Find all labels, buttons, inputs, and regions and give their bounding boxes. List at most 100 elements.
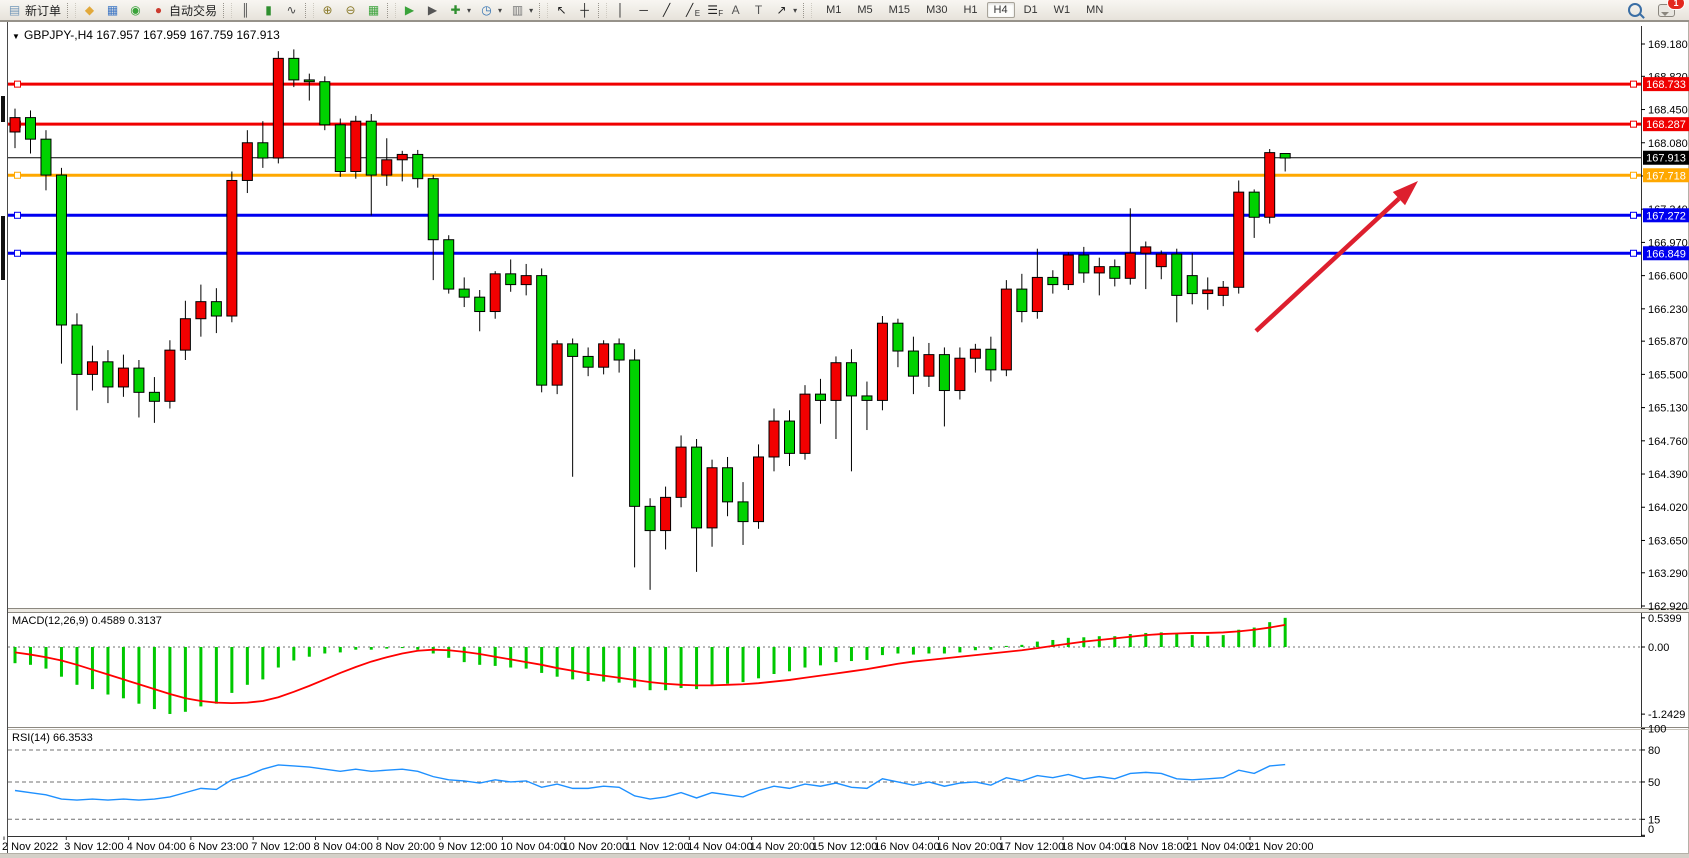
navigator-icon: ◉ — [128, 3, 143, 18]
svg-text:GBPJPY-,H4 167.957 167.959 16: GBPJPY-,H4 167.957 167.959 167.759 167.9… — [24, 28, 280, 42]
toolbar-buttons-group: ▤新订单◆▦◉●自动交易║▮∿⊕⊖▦▶▶✚▾◷▾▥▾↖┼│─╱╱E☰FAT↗▾ — [3, 0, 814, 20]
new-order-icon: ▤ — [7, 3, 22, 18]
svg-text:9 Nov 12:00: 9 Nov 12:00 — [438, 841, 497, 853]
text-icon: A — [728, 3, 743, 18]
equidistant-channel-sub-glyph: E — [695, 6, 700, 21]
svg-text:10 Nov 04:00: 10 Nov 04:00 — [500, 841, 565, 853]
zoom-in-icon: ⊕ — [320, 3, 335, 18]
auto-scroll-icon: ▶ — [402, 3, 417, 18]
timeframe-h4-button[interactable]: H4 — [987, 2, 1015, 18]
svg-text:6 Nov 23:00: 6 Nov 23:00 — [189, 841, 248, 853]
svg-text:166.230: 166.230 — [1648, 304, 1688, 316]
svg-text:169.180: 169.180 — [1648, 39, 1688, 51]
mt4-terminal-window: ▤新订单◆▦◉●自动交易║▮∿⊕⊖▦▶▶✚▾◷▾▥▾↖┼│─╱╱E☰FAT↗▾ … — [0, 0, 1689, 858]
bar-chart-mode-icon: ║ — [238, 3, 253, 18]
cursor-button[interactable]: ↖ — [550, 0, 573, 20]
svg-text:168.733: 168.733 — [1646, 79, 1686, 91]
text-label-button[interactable]: T — [747, 0, 770, 20]
fibonacci-button[interactable]: ☰F — [701, 0, 724, 20]
tile-windows-button[interactable]: ▦ — [362, 0, 385, 20]
market-watch-button[interactable]: ▦ — [101, 0, 124, 20]
chart-shift-button[interactable]: ▶ — [421, 0, 444, 20]
new-chart-button[interactable]: ◆ — [78, 0, 101, 20]
svg-text:0.00: 0.00 — [1648, 642, 1669, 654]
vertical-line-button[interactable]: │ — [609, 0, 632, 20]
svg-text:18 Nov 04:00: 18 Nov 04:00 — [1061, 841, 1126, 853]
text-label-icon: T — [751, 3, 766, 18]
chart-title: ▼ GBPJPY-,H4 167.957 167.959 167.759 167.… — [12, 28, 280, 42]
chart-shift-icon: ▶ — [425, 3, 440, 18]
timeframe-w1-button[interactable]: W1 — [1047, 2, 1078, 18]
fibonacci-icon: ☰F — [705, 3, 720, 18]
indicators-button[interactable]: ✚▾ — [444, 0, 475, 20]
svg-text:14 Nov 20:00: 14 Nov 20:00 — [750, 841, 815, 853]
timeframe-m15-button[interactable]: M15 — [882, 2, 917, 18]
svg-text:100: 100 — [1648, 724, 1666, 736]
timeframe-toolbar: M1M5M15M30H1H4D1W1MN — [818, 2, 1111, 18]
equidistant-channel-button[interactable]: ╱E — [678, 0, 701, 20]
new-chart-icon: ◆ — [82, 3, 97, 18]
vertical-line-icon: │ — [613, 3, 628, 18]
periods-button[interactable]: ◷▾ — [475, 0, 506, 20]
svg-text:163.650: 163.650 — [1648, 535, 1688, 547]
toolbar-separator — [803, 3, 812, 18]
svg-text:RSI(14) 66.3533: RSI(14) 66.3533 — [12, 732, 93, 744]
timeframe-m30-button[interactable]: M30 — [919, 2, 954, 18]
periods-icon: ◷ — [479, 3, 494, 18]
svg-text:8 Nov 20:00: 8 Nov 20:00 — [376, 841, 435, 853]
timeframe-m5-button[interactable]: M5 — [850, 2, 879, 18]
cursor-icon: ↖ — [554, 3, 569, 18]
search-icon — [1628, 3, 1642, 17]
svg-text:-1.2429: -1.2429 — [1648, 709, 1685, 721]
svg-text:163.290: 163.290 — [1648, 568, 1688, 580]
main-toolbar: ▤新订单◆▦◉●自动交易║▮∿⊕⊖▦▶▶✚▾◷▾▥▾↖┼│─╱╱E☰FAT↗▾ … — [0, 0, 1689, 21]
svg-text:0: 0 — [1648, 824, 1654, 836]
arrow-tools-button[interactable]: ↗▾ — [770, 0, 801, 20]
candlestick-mode-button[interactable]: ▮ — [257, 0, 280, 20]
svg-text:▼: ▼ — [12, 32, 20, 41]
svg-text:16 Nov 20:00: 16 Nov 20:00 — [937, 841, 1002, 853]
zoom-in-button[interactable]: ⊕ — [316, 0, 339, 20]
timeframe-d1-button[interactable]: D1 — [1017, 2, 1045, 18]
svg-text:167.913: 167.913 — [1646, 153, 1686, 165]
bar-chart-mode-button[interactable]: ║ — [234, 0, 257, 20]
zoom-out-button[interactable]: ⊖ — [339, 0, 362, 20]
svg-text:164.020: 164.020 — [1648, 502, 1688, 514]
periods-dropdown-caret: ▾ — [498, 6, 502, 15]
svg-text:167.718: 167.718 — [1646, 170, 1686, 182]
toolbar-right-group: 1 — [1624, 0, 1689, 20]
svg-text:164.760: 164.760 — [1648, 436, 1688, 448]
templates-icon: ▥ — [510, 3, 525, 18]
line-chart-mode-button[interactable]: ∿ — [280, 0, 303, 20]
templates-button[interactable]: ▥▾ — [506, 0, 537, 20]
search-button[interactable] — [1624, 0, 1646, 20]
templates-dropdown-caret: ▾ — [529, 6, 533, 15]
text-button[interactable]: A — [724, 0, 747, 20]
svg-text:162.920: 162.920 — [1648, 601, 1688, 613]
auto-scroll-button[interactable]: ▶ — [398, 0, 421, 20]
navigator-button[interactable]: ◉ — [124, 0, 147, 20]
svg-text:8 Nov 04:00: 8 Nov 04:00 — [314, 841, 373, 853]
auto-trading-button[interactable]: ●自动交易 — [147, 0, 221, 20]
svg-text:18 Nov 18:00: 18 Nov 18:00 — [1123, 841, 1188, 853]
timeframe-mn-button[interactable]: MN — [1079, 2, 1110, 18]
fibonacci-sub-glyph: F — [718, 6, 723, 21]
svg-text:MACD(12,26,9) 0.4589 0.3137: MACD(12,26,9) 0.4589 0.3137 — [12, 615, 162, 627]
crosshair-button[interactable]: ┼ — [573, 0, 596, 20]
arrow-tools-icon: ↗ — [774, 3, 789, 18]
svg-text:165.870: 165.870 — [1648, 336, 1688, 348]
new-order-button[interactable]: ▤新订单 — [3, 0, 65, 20]
chart-window-frame — [0, 21, 1689, 858]
crosshair-icon: ┼ — [577, 3, 592, 18]
notifications-button[interactable]: 1 — [1654, 0, 1679, 20]
timeframe-h1-button[interactable]: H1 — [956, 2, 984, 18]
line-chart-mode-icon: ∿ — [284, 3, 299, 18]
svg-text:166.849: 166.849 — [1646, 248, 1686, 260]
trendline-button[interactable]: ╱ — [655, 0, 678, 20]
candlestick-mode-icon: ▮ — [261, 3, 276, 18]
svg-text:0.5399: 0.5399 — [1648, 613, 1682, 625]
timeframe-m1-button[interactable]: M1 — [819, 2, 848, 18]
svg-text:21 Nov 04:00: 21 Nov 04:00 — [1186, 841, 1251, 853]
horizontal-line-button[interactable]: ─ — [632, 0, 655, 20]
chart-canvas[interactable]: 169.180168.820168.450168.080167.710167.3… — [0, 0, 1689, 858]
